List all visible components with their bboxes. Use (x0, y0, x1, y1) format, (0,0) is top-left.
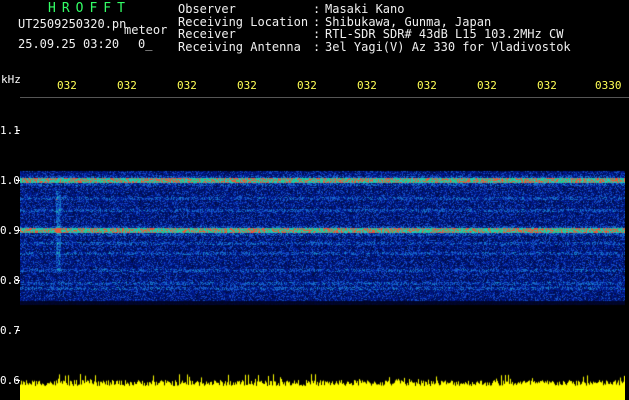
spectrogram (20, 98, 625, 400)
